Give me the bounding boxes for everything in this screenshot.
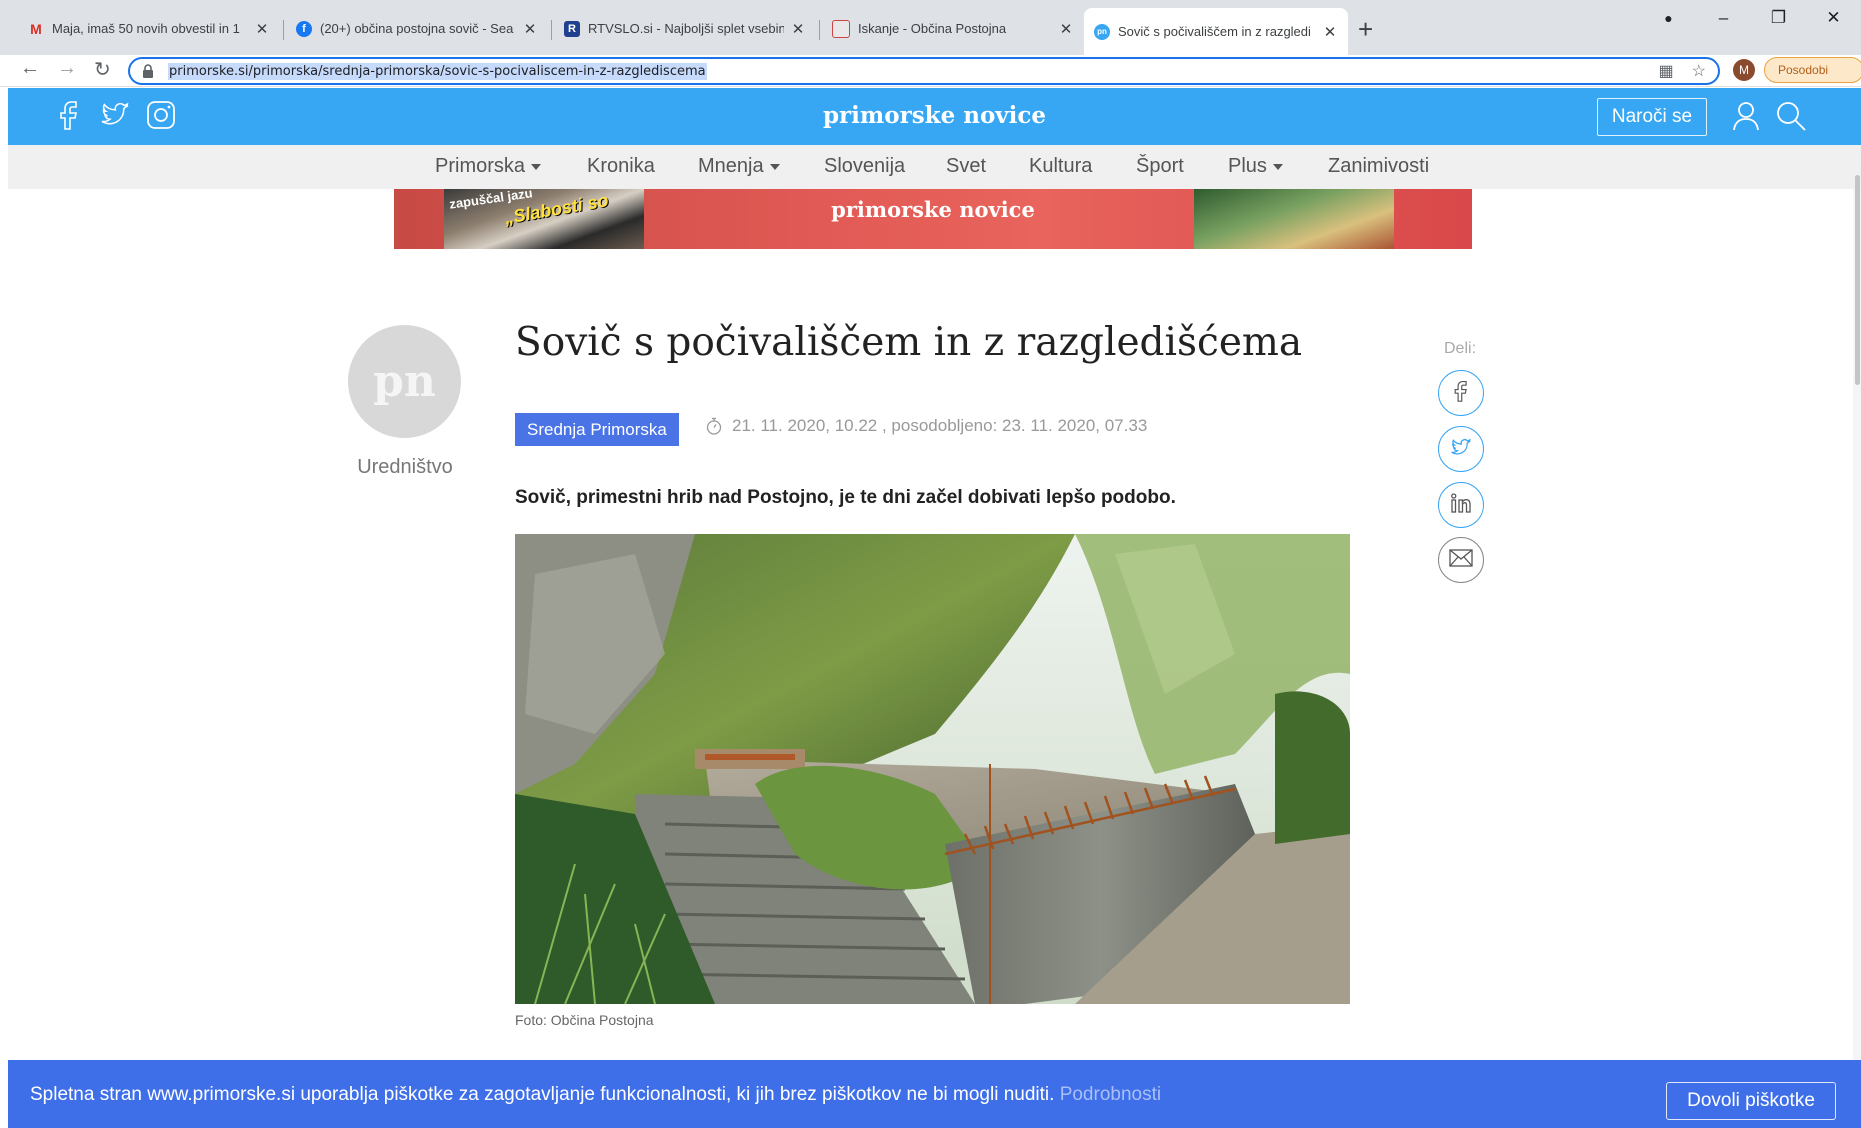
- share-email-button[interactable]: [1438, 537, 1484, 583]
- nav-item-label: Primorska: [435, 155, 526, 177]
- nav-item-label: Slovenija: [824, 155, 906, 177]
- user-icon[interactable]: [1732, 101, 1760, 136]
- postojna-icon: [832, 19, 850, 38]
- twitter-icon: [1450, 437, 1472, 462]
- main-navigation: Primorska Kronika Mnenja Slovenija Svet …: [8, 145, 1861, 189]
- share-twitter-button[interactable]: [1438, 426, 1484, 472]
- window-controls: ● – ❐ ✕: [1641, 8, 1861, 28]
- browser-tab[interactable]: Iskanje - Občina Postojna ✕: [822, 10, 1084, 47]
- tab-title: (20+) občina postojna sovič - Sea: [320, 21, 514, 36]
- nav-item-zanimivosti[interactable]: Zanimivosti: [1328, 155, 1429, 178]
- article-date: 21. 11. 2020, 10.22 , posodobljeno: 23. …: [732, 416, 1148, 435]
- nav-item-kultura[interactable]: Kultura: [1029, 155, 1092, 178]
- browser-tab-active[interactable]: pn Sovič s počivališčem in z razgledi ✕: [1084, 8, 1348, 55]
- nav-item-label: Kronika: [587, 155, 655, 177]
- nav-item-label: Kultura: [1029, 155, 1093, 177]
- browser-toolbar: ← → ↻ primorske.si/primorska/srednja-pri…: [0, 55, 1861, 87]
- close-tab-icon[interactable]: ✕: [254, 20, 270, 38]
- email-icon: [1449, 548, 1473, 572]
- linkedin-icon: [1450, 492, 1472, 519]
- nav-item-label: Plus: [1228, 155, 1267, 177]
- browser-tab[interactable]: R RTVSLO.si - Najboljši splet vsebin ✕: [554, 10, 816, 47]
- stopwatch-icon: [706, 417, 722, 435]
- close-window-icon[interactable]: ✕: [1806, 8, 1861, 28]
- profile-avatar[interactable]: M: [1733, 59, 1755, 81]
- author-name[interactable]: Uredništvo: [300, 456, 510, 479]
- banner-title: primorske novice: [831, 197, 1035, 222]
- cookie-consent-bar: Spletna stran www.primorske.si uporablja…: [8, 1060, 1861, 1128]
- tab-title: Sovič s počivališčem in z razgledi: [1118, 24, 1311, 39]
- back-icon[interactable]: ←: [20, 57, 40, 80]
- tab-title: RTVSLO.si - Najboljši splet vsebin: [588, 21, 784, 36]
- gmail-icon: M: [30, 20, 42, 37]
- category-label: Srednja Primorska: [527, 419, 667, 439]
- nav-item-label: Mnenja: [698, 155, 764, 177]
- new-tab-icon[interactable]: +: [1358, 14, 1373, 45]
- scrollbar-thumb[interactable]: [1855, 175, 1860, 385]
- caret-down-icon: [769, 163, 780, 170]
- minimize-icon[interactable]: –: [1696, 8, 1751, 28]
- nav-item-label: Svet: [946, 155, 987, 177]
- browser-tab-strip: M Maja, imaš 50 novih obvestil in 1 ✕ f …: [0, 0, 1861, 55]
- site-header: primorske novice Naroči se: [8, 88, 1861, 145]
- forward-icon[interactable]: →: [57, 57, 77, 80]
- photo-caption: Foto: Občina Postojna: [515, 1012, 654, 1028]
- address-bar[interactable]: primorske.si/primorska/srednja-primorska…: [128, 57, 1720, 85]
- browser-tab[interactable]: M Maja, imaš 50 novih obvestil in 1 ✕: [18, 10, 280, 47]
- share-label: Deli:: [1444, 340, 1477, 357]
- nav-item-slovenija[interactable]: Slovenija: [824, 155, 905, 178]
- article-photo[interactable]: [515, 534, 1350, 1004]
- browser-tab[interactable]: f (20+) občina postojna sovič - Sea ✕: [286, 10, 548, 47]
- nav-item-sport[interactable]: Šport: [1136, 155, 1184, 178]
- caret-down-icon: [531, 163, 542, 170]
- close-tab-icon[interactable]: ✕: [1058, 20, 1074, 38]
- subscribe-label: Naroči se: [1611, 106, 1693, 127]
- cookie-details-link[interactable]: Podrobnosti: [1060, 1084, 1161, 1105]
- nav-item-mnenja[interactable]: Mnenja: [698, 155, 780, 178]
- tab-search-icon[interactable]: ●: [1641, 10, 1696, 26]
- qr-code-icon[interactable]: ▦: [1659, 61, 1674, 81]
- rtvslo-icon: R: [564, 20, 580, 37]
- nav-item-kronika[interactable]: Kronika: [587, 155, 655, 178]
- allow-cookies-button[interactable]: Dovoli piškotke: [1666, 1082, 1836, 1120]
- pn-icon: pn: [1094, 23, 1110, 40]
- site-logo[interactable]: primorske novice: [8, 102, 1861, 129]
- tab-title: Iskanje - Občina Postojna: [858, 21, 1007, 36]
- allow-cookies-label: Dovoli piškotke: [1687, 1090, 1815, 1111]
- author-avatar[interactable]: pn: [348, 325, 461, 438]
- article-lead: Sovič, primestni hrib nad Postojno, je t…: [515, 487, 1176, 508]
- url-text[interactable]: primorske.si/primorska/srednja-primorska…: [168, 62, 707, 80]
- article-meta: 21. 11. 2020, 10.22 , posodobljeno: 23. …: [706, 416, 1147, 436]
- cookie-message: Spletna stran www.primorske.si uporablja…: [30, 1084, 1161, 1106]
- bookmark-star-icon[interactable]: ☆: [1692, 61, 1706, 81]
- share-facebook-button[interactable]: [1438, 370, 1484, 416]
- close-tab-icon[interactable]: ✕: [790, 20, 806, 38]
- lock-icon[interactable]: [142, 64, 156, 78]
- article-title: Sovič s počivališčem in z razgledišćema: [515, 320, 1303, 365]
- nav-item-label: Šport: [1136, 155, 1184, 177]
- nav-item-label: Zanimivosti: [1328, 155, 1430, 177]
- caret-down-icon: [1272, 163, 1283, 170]
- nav-item-primorska[interactable]: Primorska: [435, 155, 542, 178]
- update-label: Posodobi: [1778, 63, 1829, 77]
- close-tab-icon[interactable]: ✕: [522, 20, 538, 38]
- nav-item-svet[interactable]: Svet: [946, 155, 986, 178]
- restore-icon[interactable]: ❐: [1751, 8, 1806, 28]
- category-badge[interactable]: Srednja Primorska: [515, 413, 679, 446]
- reload-icon[interactable]: ↻: [94, 57, 111, 82]
- nav-item-plus[interactable]: Plus: [1228, 155, 1283, 178]
- tab-title: Maja, imaš 50 novih obvestil in 1: [52, 21, 240, 36]
- facebook-icon: [1453, 379, 1469, 408]
- close-tab-icon[interactable]: ✕: [1322, 23, 1338, 41]
- search-icon[interactable]: [1776, 101, 1806, 136]
- banner-ad[interactable]: zapuščal jazu „Slabosti so primorske nov…: [394, 189, 1472, 249]
- cookie-text: Spletna stran www.primorske.si uporablja…: [30, 1084, 1055, 1105]
- update-button[interactable]: Posodobi: [1764, 57, 1861, 83]
- subscribe-button[interactable]: Naroči se: [1597, 98, 1707, 136]
- author-initials: pn: [373, 356, 436, 407]
- share-linkedin-button[interactable]: [1438, 482, 1484, 528]
- facebook-icon: f: [296, 20, 312, 37]
